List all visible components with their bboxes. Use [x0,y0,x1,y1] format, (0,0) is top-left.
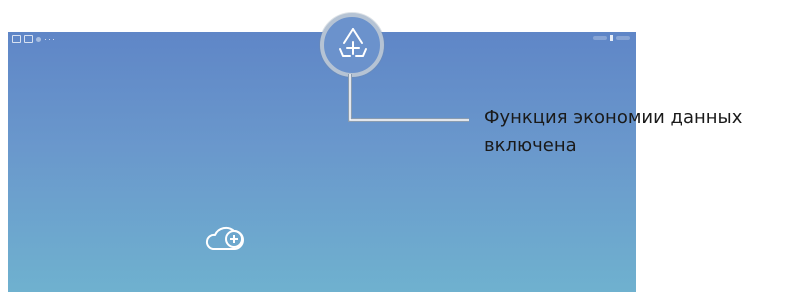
device-screen: ··· [8,32,636,292]
clock-area [616,36,630,40]
callout-line-2: включена [484,135,577,156]
notification-icon [12,35,21,43]
status-icons-right [593,35,630,41]
data-saver-icon [339,28,367,57]
status-icons-left: ··· [12,34,56,44]
more-icon: ··· [44,34,56,44]
callout-text: Функция экономии данных включена [484,104,794,160]
image-icon [24,35,33,43]
signal-icon [593,36,607,40]
cloud-add-icon[interactable] [203,225,249,253]
battery-icon [610,35,613,41]
callout-line-1: Функция экономии данных [484,107,743,128]
zoom-magnifier [320,13,384,77]
dot-icon [36,36,41,42]
